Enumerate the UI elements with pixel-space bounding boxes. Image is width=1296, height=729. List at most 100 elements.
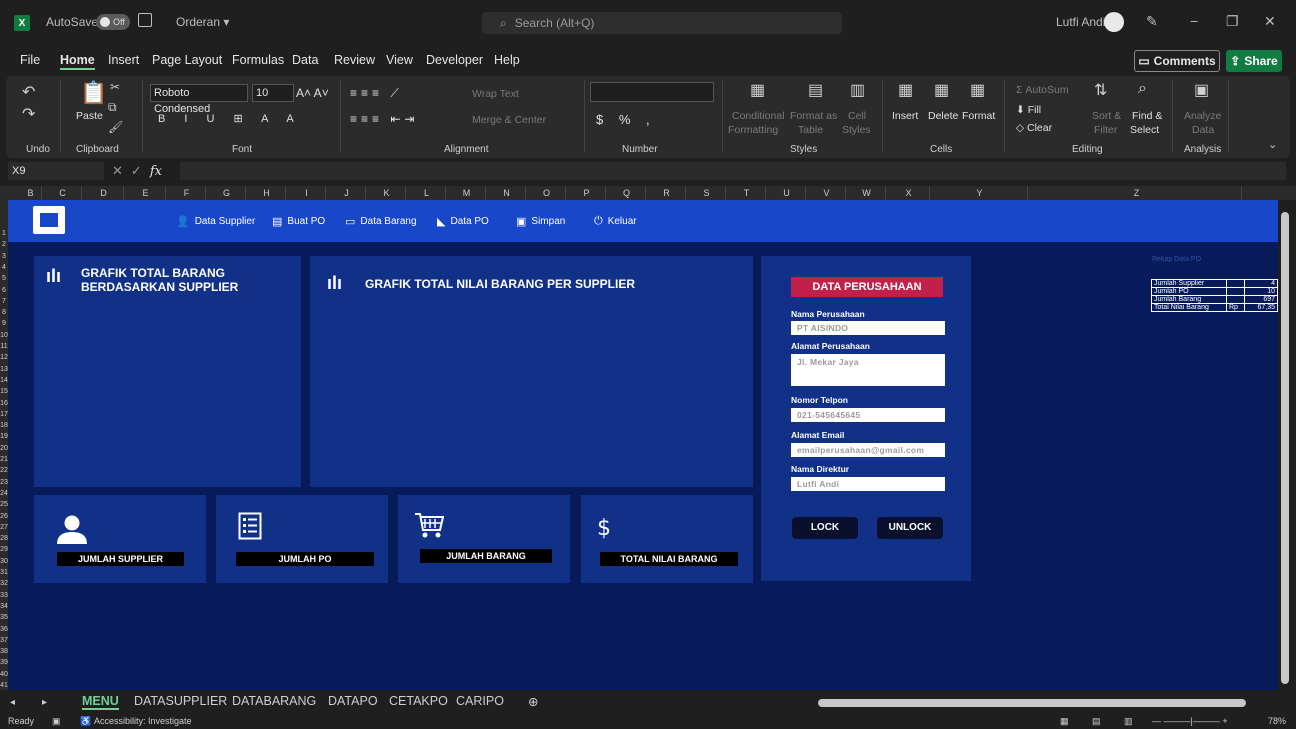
column-header-p[interactable]: P bbox=[568, 186, 606, 200]
fx-icon[interactable]: fx bbox=[150, 164, 162, 179]
recap-label[interactable]: Jumlah Barang bbox=[1151, 295, 1227, 304]
vertical-scrollbar[interactable] bbox=[1281, 212, 1289, 684]
recap-unit[interactable] bbox=[1226, 287, 1245, 296]
column-header-j[interactable]: J bbox=[328, 186, 366, 200]
tab-data[interactable]: Data bbox=[292, 53, 318, 67]
format-cells-icon[interactable]: ▦ bbox=[970, 80, 985, 100]
column-header-t[interactable]: T bbox=[728, 186, 766, 200]
column-header-y[interactable]: Y bbox=[932, 186, 1028, 200]
format-painter-icon[interactable]: 🖌 bbox=[108, 120, 123, 134]
nomor-telpon-field[interactable]: 021-545645645 bbox=[791, 408, 945, 422]
row-header[interactable]: 35 bbox=[0, 612, 8, 623]
column-header-c[interactable]: C bbox=[44, 186, 82, 200]
restore-icon[interactable]: ❐ bbox=[1226, 13, 1239, 30]
row-header[interactable]: 13 bbox=[0, 364, 8, 375]
sheet-tab-databarang[interactable]: DATABARANG bbox=[232, 694, 316, 708]
column-header-l[interactable]: L bbox=[408, 186, 446, 200]
styles-label[interactable]: Styles bbox=[842, 124, 871, 136]
analyze-label[interactable]: Analyze bbox=[1184, 110, 1221, 122]
column-header-q[interactable]: Q bbox=[608, 186, 646, 200]
grow-font-icon[interactable]: A˄ A˅ bbox=[296, 86, 329, 100]
row-header[interactable]: 31 bbox=[0, 567, 8, 578]
row-header[interactable]: 4 bbox=[0, 262, 8, 273]
nama-perusahaan-field[interactable]: PT AISINDO bbox=[791, 321, 945, 335]
redo-icon[interactable]: ↷ bbox=[22, 104, 35, 124]
format-as-table-icon[interactable]: ▤ bbox=[808, 80, 823, 100]
row-header[interactable]: 12 bbox=[0, 352, 8, 363]
row-header[interactable]: 27 bbox=[0, 522, 8, 533]
zoom-slider[interactable]: — ———|——— + bbox=[1152, 716, 1228, 726]
column-header-o[interactable]: O bbox=[528, 186, 566, 200]
search-box[interactable]: ⌕ Search (Alt+Q) bbox=[482, 12, 842, 34]
tab-page-layout[interactable]: Page Layout bbox=[152, 53, 222, 67]
insert-cells-icon[interactable]: ▦ bbox=[898, 80, 913, 100]
cut-icon[interactable]: ✂ bbox=[110, 80, 120, 94]
row-header[interactable]: 1 bbox=[0, 228, 8, 239]
recap-value[interactable]: 67,35 bbox=[1244, 303, 1278, 312]
tab-insert[interactable]: Insert bbox=[108, 53, 139, 67]
clear-button[interactable]: ◇ Clear bbox=[1016, 122, 1052, 134]
column-header-w[interactable]: W bbox=[848, 186, 886, 200]
row-header[interactable]: 2 bbox=[0, 239, 8, 250]
find-label[interactable]: Find & bbox=[1132, 110, 1162, 122]
sort-label[interactable]: Sort & bbox=[1092, 110, 1121, 122]
formula-input[interactable] bbox=[180, 162, 1286, 180]
document-name[interactable]: Orderan ▾ bbox=[176, 15, 229, 29]
fill-button[interactable]: ⬇ Fill bbox=[1016, 104, 1041, 116]
row-header[interactable]: 5 bbox=[0, 273, 8, 284]
column-header-h[interactable]: H bbox=[248, 186, 286, 200]
collapse-ribbon-icon[interactable]: ⌄ bbox=[1268, 138, 1277, 151]
row-header[interactable]: 25 bbox=[0, 499, 8, 510]
column-header-m[interactable]: M bbox=[448, 186, 486, 200]
cancel-icon[interactable]: ✕ bbox=[112, 163, 123, 179]
cell-label[interactable]: Cell bbox=[848, 110, 866, 122]
alamat-perusahaan-field[interactable]: Jl. Mekar Jaya bbox=[791, 354, 945, 386]
sheet-tab-caripo[interactable]: CARIPO bbox=[456, 694, 504, 708]
column-header-f[interactable]: F bbox=[168, 186, 206, 200]
column-header-s[interactable]: S bbox=[688, 186, 726, 200]
column-header-b[interactable]: B bbox=[20, 186, 42, 200]
font-style-icons[interactable]: B I U ⊞ A A bbox=[158, 112, 302, 125]
row-header[interactable]: 20 bbox=[0, 443, 8, 454]
recap-unit[interactable]: Rp bbox=[1226, 303, 1245, 312]
pen-icon[interactable]: ✎ bbox=[1146, 13, 1158, 30]
user-name[interactable]: Lutfi Andi bbox=[1056, 15, 1105, 29]
copy-icon[interactable]: ⧉ bbox=[108, 100, 117, 115]
unlock-button[interactable]: UNLOCK bbox=[877, 517, 943, 539]
prev-sheet-icon[interactable]: ◂ bbox=[10, 697, 15, 708]
row-header[interactable]: 40 bbox=[0, 669, 8, 680]
column-header-r[interactable]: R bbox=[648, 186, 686, 200]
sort-filter-icon[interactable]: ⇅ bbox=[1094, 80, 1107, 100]
row-header[interactable]: 38 bbox=[0, 646, 8, 657]
comments-button[interactable]: ▭ Comments bbox=[1134, 50, 1220, 72]
nama-direktur-field[interactable]: Lutfi Andi bbox=[791, 477, 945, 491]
column-header-g[interactable]: G bbox=[208, 186, 246, 200]
sheet-tab-datapo[interactable]: DATAPO bbox=[328, 694, 378, 708]
row-header[interactable]: 37 bbox=[0, 635, 8, 646]
row-header[interactable]: 36 bbox=[0, 624, 8, 635]
paste-label[interactable]: Paste bbox=[76, 110, 103, 122]
row-header[interactable]: 16 bbox=[0, 398, 8, 409]
add-sheet-icon[interactable]: ⊕ bbox=[528, 694, 538, 709]
cell-styles-icon[interactable]: ▥ bbox=[850, 80, 865, 100]
avatar[interactable] bbox=[1104, 12, 1124, 32]
formatting-label[interactable]: Formatting bbox=[728, 124, 778, 136]
row-header[interactable]: 17 bbox=[0, 409, 8, 420]
row-header[interactable]: 24 bbox=[0, 488, 8, 499]
tab-review[interactable]: Review bbox=[334, 53, 375, 67]
next-sheet-icon[interactable]: ▸ bbox=[42, 697, 47, 708]
filter-label[interactable]: Filter bbox=[1094, 124, 1117, 136]
merge-center-button[interactable]: Merge & Center bbox=[472, 114, 546, 126]
page-break-view-icon[interactable]: ▥ bbox=[1124, 716, 1133, 727]
analyze-data-icon[interactable]: ▣ bbox=[1194, 80, 1209, 100]
row-header[interactable]: 8 bbox=[0, 307, 8, 318]
enter-icon[interactable]: ✓ bbox=[131, 163, 142, 179]
row-header[interactable]: 19 bbox=[0, 431, 8, 442]
row-header[interactable]: 23 bbox=[0, 477, 8, 488]
column-header-n[interactable]: N bbox=[488, 186, 526, 200]
horizontal-scrollbar[interactable] bbox=[818, 699, 1246, 707]
conditional-label[interactable]: Conditional bbox=[732, 110, 785, 122]
save-icon[interactable] bbox=[138, 13, 152, 27]
page-layout-view-icon[interactable]: ▤ bbox=[1092, 716, 1101, 727]
nav-keluar[interactable]: ⏻ Keluar bbox=[594, 215, 637, 228]
